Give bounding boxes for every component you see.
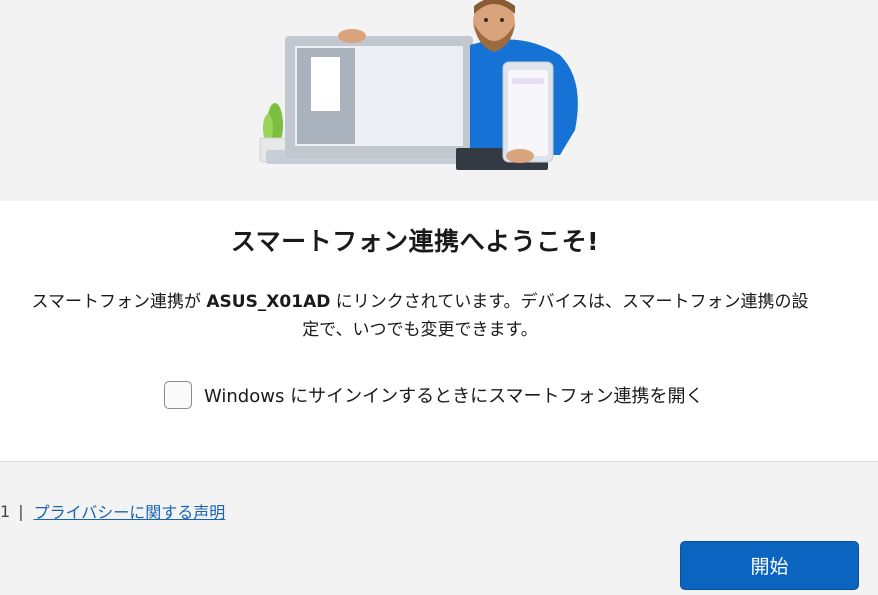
open-at-signin-checkbox[interactable]	[164, 381, 192, 409]
start-button[interactable]: 開始	[680, 541, 859, 590]
link-description: スマートフォン連携が ASUS_X01AD にリンクされています。デバイスは、ス…	[30, 288, 810, 344]
footer-links: 1 | プライバシーに関する声明	[0, 499, 225, 523]
description-line2: 定で、いつでも変更できます。	[302, 320, 538, 340]
person-hand	[338, 29, 366, 43]
description-suffix: にリンクされています。デバイスは、スマートフォン連携の設	[335, 292, 809, 312]
person-hand	[506, 149, 534, 163]
hero-banner	[0, 0, 878, 201]
description-prefix: スマートフォン連携が	[31, 292, 201, 312]
welcome-title: スマートフォン連携へようこそ!	[230, 227, 600, 256]
phone-widget	[512, 78, 544, 84]
footer-partial-text: 1	[0, 501, 11, 521]
open-at-signin-label: Windows にサインインするときにスマートフォン連携を開く	[204, 386, 704, 407]
person-eye	[484, 18, 488, 22]
person-eye	[500, 18, 504, 22]
footer-separator: |	[18, 501, 24, 521]
open-at-signin-option[interactable]: Windows にサインインするときにスマートフォン連携を開く	[164, 380, 704, 410]
person-with-laptop-and-phone-illustration	[259, 0, 578, 170]
privacy-statement-link[interactable]: プライバシーに関する声明	[34, 499, 226, 523]
laptop-panel	[311, 57, 340, 111]
device-name: ASUS_X01AD	[206, 292, 331, 312]
